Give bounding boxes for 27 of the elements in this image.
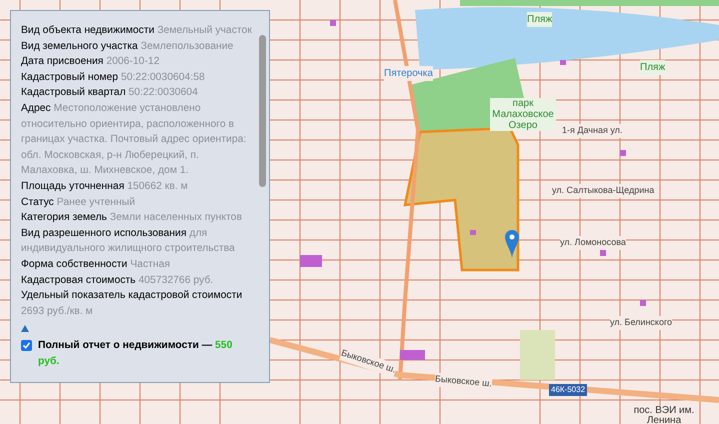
map-label: парк Малаховское Озеро (490, 98, 556, 131)
map-label: ул. Белинского (610, 316, 672, 330)
map-label: ул. Салтыкова-Щедрина (552, 184, 654, 198)
property-field: Дата присвоения 2006-10-12 (21, 54, 255, 70)
property-field: Кадастровая стоимость 405732766 руб. (21, 272, 255, 288)
property-field: Вид объекта недвижимости Земельный участок (21, 23, 255, 39)
map-label: Пляж (527, 12, 552, 27)
property-field: Адрес Местоположение установлено относительно ориентира, расположенного в границах участка. Почтовый адрес ориентира: обл. Московская, р-н Люберецкий, п. Малаховка, ш. Михневское, дом 1. (21, 100, 255, 179)
map-label: пос. ВЭИ им. Ленина (632, 406, 696, 424)
map-label: 1-я Дачная ул. (562, 124, 622, 138)
property-field: Вид земельного участка Землепользование (21, 38, 255, 54)
property-field: Форма собственности Частная (21, 256, 255, 272)
map-label: ул. Ломоносова (560, 236, 626, 250)
report-offer: Полный отчет о недвижимости — 550 руб. (38, 339, 234, 369)
property-field: Категория земель Земли населенных пунктов (21, 210, 255, 226)
property-field: Статус Ранее учтенный (21, 194, 255, 210)
property-field: Площадь уточненная 150662 кв. м (21, 178, 255, 195)
scrollbar[interactable] (259, 35, 266, 187)
property-field: Удельный показатель кадастровой стоимости 2693 руб./кв. м (21, 288, 255, 320)
map-label: 46К-5032 (549, 384, 588, 396)
property-field: Кадастровый номер 50:22:0030604:58 (21, 70, 255, 86)
report-checkbox[interactable] (21, 340, 32, 352)
property-field: Кадастровый квартал 50:22:0030604 (21, 85, 255, 101)
property-field: Вид разрешенного использования для индивидуального жилищного строительства (21, 226, 255, 257)
collapse-icon[interactable] (21, 325, 29, 332)
map-label: Пятерочка (384, 66, 433, 81)
map-label: Пляж (640, 60, 666, 75)
